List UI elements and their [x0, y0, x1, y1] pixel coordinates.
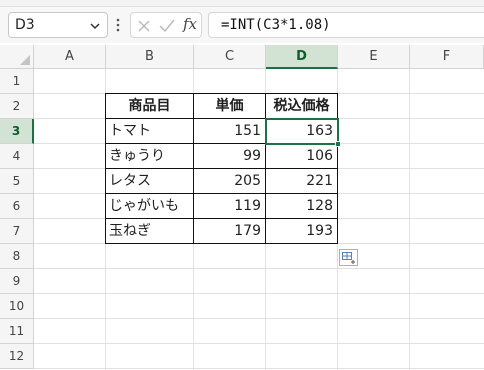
row-header-8[interactable]: 8	[0, 244, 34, 269]
cell-price[interactable]: 99	[194, 144, 265, 168]
cell-item[interactable]: きゅうり	[106, 144, 193, 168]
gridline	[34, 343, 484, 344]
row-header-9[interactable]: 9	[0, 269, 34, 294]
gridline	[409, 69, 410, 370]
cell-price[interactable]: 205	[194, 169, 265, 193]
quick-analysis-button[interactable]	[339, 249, 358, 266]
gridline	[34, 368, 484, 369]
formula-bar-area: D3 fx =INT(C3*1.08)	[0, 7, 484, 43]
row-header-10[interactable]: 10	[0, 294, 34, 319]
fill-handle[interactable]	[335, 141, 341, 147]
table-border	[105, 93, 106, 244]
table-border	[105, 193, 338, 194]
active-cell-border	[265, 118, 339, 145]
column-header-e[interactable]: E	[338, 45, 410, 69]
cell-tax-price[interactable]: 128	[266, 194, 337, 218]
table-border	[105, 243, 338, 244]
formula-text: =INT(C3*1.08)	[221, 17, 331, 33]
column-header-a[interactable]: A	[34, 45, 106, 69]
chevron-down-icon[interactable]	[89, 20, 101, 32]
cell-price[interactable]: 151	[194, 119, 265, 143]
row-header-11[interactable]: 11	[0, 319, 34, 344]
table-border	[337, 93, 338, 244]
table-border	[105, 93, 338, 94]
table-header-item[interactable]: 商品目	[106, 94, 193, 118]
table-header-price[interactable]: 単価	[194, 94, 265, 118]
close-icon[interactable]	[137, 19, 151, 33]
cell-item[interactable]: じゃがいも	[106, 194, 193, 218]
cell-item[interactable]: 玉ねぎ	[106, 219, 193, 243]
column-header-c[interactable]: C	[194, 45, 266, 69]
column-header-d[interactable]: D	[266, 45, 338, 69]
cell-tax-price[interactable]: 221	[266, 169, 337, 193]
cell-tax-price[interactable]: 106	[266, 144, 337, 168]
select-all-button[interactable]	[0, 45, 34, 69]
row-header-7[interactable]: 7	[0, 219, 34, 244]
fx-icon[interactable]: fx	[183, 15, 197, 33]
gridline	[34, 318, 484, 319]
formula-buttons: fx	[130, 12, 202, 38]
name-box-value: D3	[15, 17, 35, 33]
row-header-6[interactable]: 6	[0, 194, 34, 219]
quick-analysis-icon	[342, 252, 355, 264]
table-header-tax-price[interactable]: 税込価格	[266, 94, 337, 118]
table-border	[265, 93, 266, 244]
cell-price[interactable]: 179	[194, 219, 265, 243]
row-header-4[interactable]: 4	[0, 144, 34, 169]
select-all-icon	[20, 55, 30, 65]
table-border	[193, 93, 194, 244]
column-header-f[interactable]: F	[410, 45, 484, 69]
check-icon[interactable]	[159, 19, 175, 33]
spreadsheet-grid: A B C D E F 1 2 3 4 5 6 7 8 9 10 11 12 商…	[0, 45, 484, 370]
cell-tax-price[interactable]: 193	[266, 219, 337, 243]
gridline	[34, 268, 484, 269]
row-header-3[interactable]: 3	[0, 119, 34, 144]
row-header-2[interactable]: 2	[0, 94, 34, 119]
row-header-5[interactable]: 5	[0, 169, 34, 194]
top-strip	[0, 0, 484, 7]
row-header-12[interactable]: 12	[0, 344, 34, 369]
formula-input[interactable]: =INT(C3*1.08)	[208, 12, 484, 38]
cell-item[interactable]: トマト	[106, 119, 193, 143]
table-border	[105, 168, 338, 169]
cell-price[interactable]: 119	[194, 194, 265, 218]
gridline	[34, 293, 484, 294]
column-header-b[interactable]: B	[106, 45, 194, 69]
cell-item[interactable]: レタス	[106, 169, 193, 193]
name-box[interactable]: D3	[8, 12, 108, 38]
more-vertical-icon[interactable]	[115, 16, 121, 34]
table-border	[105, 218, 338, 219]
row-header-1[interactable]: 1	[0, 69, 34, 94]
